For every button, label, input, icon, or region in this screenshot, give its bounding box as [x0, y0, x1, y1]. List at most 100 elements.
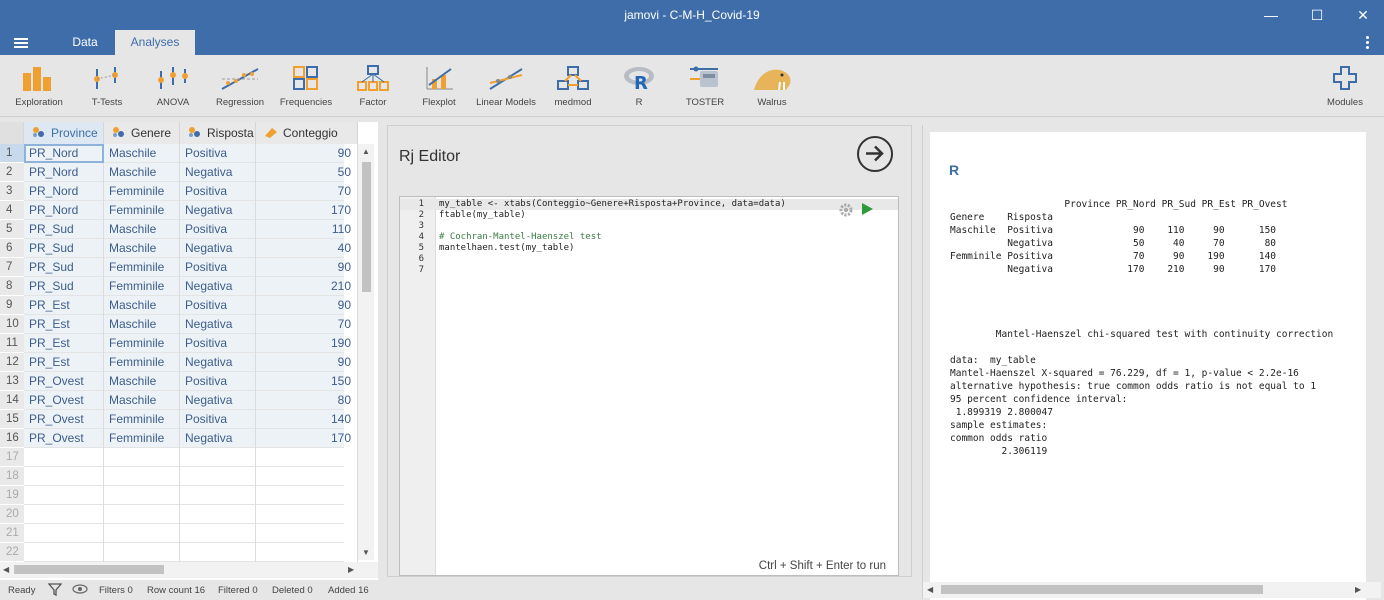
filter-icon[interactable] — [47, 582, 63, 599]
row-number[interactable]: 13 — [0, 372, 24, 391]
cell-genere[interactable]: Femminile — [104, 201, 180, 220]
cell-conteggio[interactable]: 70 — [256, 182, 358, 201]
row-number[interactable]: 17 — [0, 448, 24, 467]
cell-conteggio[interactable]: 190 — [256, 334, 358, 353]
cell-genere[interactable] — [104, 448, 180, 467]
cell-conteggio[interactable] — [256, 524, 358, 543]
code-lines[interactable]: 1 my_table <- xtabs(Conteggio~Genere+Risp… — [400, 199, 898, 276]
maximize-button[interactable]: ☐ — [1294, 0, 1340, 30]
cell-conteggio[interactable]: 90 — [256, 144, 358, 163]
cell-province[interactable]: PR_Est — [24, 353, 104, 372]
cell-genere[interactable]: Femminile — [104, 182, 180, 201]
cell-genere[interactable]: Maschile — [104, 144, 180, 163]
cell-risposta[interactable]: Negativa — [180, 163, 256, 182]
cell-province[interactable]: PR_Ovest — [24, 391, 104, 410]
code-line[interactable]: 1 my_table <- xtabs(Conteggio~Genere+Risp… — [400, 199, 898, 210]
row-number[interactable]: 3 — [0, 182, 24, 201]
exploration-button[interactable]: Exploration — [12, 63, 66, 115]
scroll-thumb[interactable] — [941, 585, 1263, 594]
cell-genere[interactable]: Femminile — [104, 258, 180, 277]
cell-risposta[interactable]: Positiva — [180, 182, 256, 201]
cell-genere[interactable]: Femminile — [104, 353, 180, 372]
cell-risposta[interactable]: Negativa — [180, 429, 256, 448]
r-button[interactable]: R R — [614, 63, 664, 115]
cell-risposta[interactable] — [180, 505, 256, 524]
scroll-right-icon[interactable]: ▶ — [348, 565, 354, 574]
cell-risposta[interactable]: Positiva — [180, 258, 256, 277]
row-number[interactable]: 15 — [0, 410, 24, 429]
cell-genere[interactable]: Maschile — [104, 372, 180, 391]
cell-province[interactable]: PR_Ovest — [24, 429, 104, 448]
cell-conteggio[interactable] — [256, 543, 358, 562]
cell-genere[interactable]: Maschile — [104, 220, 180, 239]
cell-conteggio[interactable]: 170 — [256, 429, 358, 448]
cell-province[interactable]: PR_Nord — [24, 182, 104, 201]
scroll-thumb[interactable] — [14, 565, 164, 574]
cell-conteggio[interactable] — [256, 448, 358, 467]
more-options-icon[interactable] — [1366, 36, 1370, 51]
code-line[interactable]: 4 # Cochran-Mantel-Haenszel test — [400, 232, 898, 243]
cell-risposta[interactable]: Positiva — [180, 144, 256, 163]
eye-icon[interactable] — [72, 583, 88, 598]
code-line[interactable]: 2 ftable(my_table) — [400, 210, 898, 221]
cell-risposta[interactable] — [180, 524, 256, 543]
cell-genere[interactable]: Femminile — [104, 277, 180, 296]
cell-conteggio[interactable]: 70 — [256, 315, 358, 334]
row-number[interactable]: 10 — [0, 315, 24, 334]
row-number[interactable]: 19 — [0, 486, 24, 505]
cell-conteggio[interactable] — [256, 505, 358, 524]
row-number[interactable]: 22 — [0, 543, 24, 562]
code-line[interactable]: 7 — [400, 265, 898, 276]
scroll-up-icon[interactable]: ▲ — [362, 147, 370, 156]
row-number[interactable]: 11 — [0, 334, 24, 353]
minimize-button[interactable]: — — [1248, 0, 1294, 30]
cell-risposta[interactable]: Negativa — [180, 353, 256, 372]
cell-conteggio[interactable] — [256, 486, 358, 505]
cell-risposta[interactable] — [180, 486, 256, 505]
run-play-icon[interactable] — [862, 203, 873, 215]
cell-risposta[interactable]: Negativa — [180, 391, 256, 410]
cell-province[interactable]: PR_Sud — [24, 239, 104, 258]
cell-conteggio[interactable]: 170 — [256, 201, 358, 220]
code-line[interactable]: 6 — [400, 254, 898, 265]
scroll-left-icon[interactable]: ◀ — [927, 585, 933, 594]
row-number[interactable]: 7 — [0, 258, 24, 277]
cell-conteggio[interactable]: 110 — [256, 220, 358, 239]
cell-genere[interactable]: Maschile — [104, 239, 180, 258]
scroll-left-icon[interactable]: ◀ — [3, 565, 9, 574]
row-number[interactable]: 8 — [0, 277, 24, 296]
cell-province[interactable]: PR_Ovest — [24, 410, 104, 429]
cell-province[interactable] — [24, 543, 104, 562]
code-line[interactable]: 5 mantelhaen.test(my_table) — [400, 243, 898, 254]
cell-province[interactable]: PR_Est — [24, 315, 104, 334]
row-number[interactable]: 18 — [0, 467, 24, 486]
cell-province[interactable]: PR_Sud — [24, 220, 104, 239]
cell-genere[interactable]: Femminile — [104, 410, 180, 429]
cell-province[interactable]: PR_Sud — [24, 258, 104, 277]
close-button[interactable]: ✕ — [1340, 0, 1384, 30]
scroll-down-icon[interactable]: ▼ — [362, 548, 370, 557]
frequencies-button[interactable]: Frequencies — [278, 63, 334, 115]
column-header-risposta[interactable]: Risposta — [180, 122, 256, 144]
cell-genere[interactable]: Maschile — [104, 163, 180, 182]
row-number[interactable]: 14 — [0, 391, 24, 410]
cell-province[interactable]: PR_Ovest — [24, 372, 104, 391]
cell-province[interactable] — [24, 486, 104, 505]
factor-button[interactable]: Factor — [346, 63, 400, 115]
cell-province[interactable]: PR_Sud — [24, 277, 104, 296]
cell-genere[interactable]: Maschile — [104, 391, 180, 410]
flexplot-button[interactable]: Flexplot — [412, 63, 466, 115]
anova-button[interactable]: ANOVA — [146, 63, 200, 115]
toster-button[interactable]: TOSTER — [678, 63, 732, 115]
row-number[interactable]: 4 — [0, 201, 24, 220]
cell-risposta[interactable] — [180, 448, 256, 467]
cell-conteggio[interactable]: 90 — [256, 258, 358, 277]
cell-conteggio[interactable]: 80 — [256, 391, 358, 410]
horizontal-scrollbar[interactable]: ◀ ▶ — [0, 562, 378, 578]
results-horizontal-scrollbar[interactable]: ◀ ▶ — [923, 582, 1381, 598]
hamburger-menu-icon[interactable] — [14, 36, 40, 52]
column-header-province[interactable]: Province — [24, 122, 104, 144]
cell-province[interactable]: PR_Nord — [24, 201, 104, 220]
cell-conteggio[interactable] — [256, 467, 358, 486]
cell-genere[interactable]: Maschile — [104, 296, 180, 315]
